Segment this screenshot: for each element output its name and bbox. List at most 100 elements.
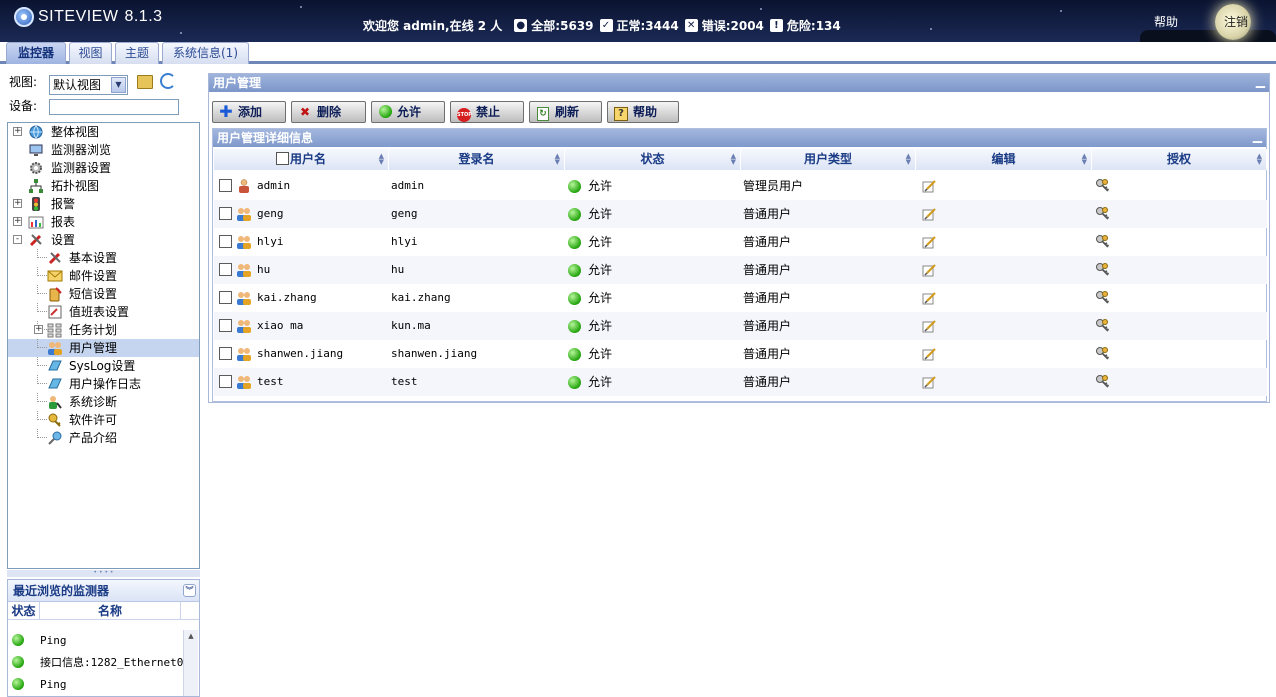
collapse-icon[interactable]: - <box>13 235 22 244</box>
sort-icon[interactable]: ▲ ▼ <box>1082 153 1087 166</box>
row-checkbox[interactable] <box>219 263 232 276</box>
tree-item[interactable]: + 任务计划 <box>8 321 199 339</box>
tab-monitors[interactable]: 监控器 <box>6 42 66 64</box>
expand-icon[interactable]: + <box>34 325 43 334</box>
chevron-down-icon[interactable]: ▼ <box>111 77 126 93</box>
status-summary: 欢迎您 admin,在线 2 人 ● 全部:5639 ✓ 正常:3444 ✕ 错… <box>363 17 841 34</box>
status-cell: 允许 <box>568 312 612 340</box>
tree-item[interactable]: 短信设置 <box>8 285 199 303</box>
edit-icon[interactable] <box>921 206 937 222</box>
authorize-icon[interactable] <box>1095 206 1111 222</box>
tree-item-label: 短信设置 <box>69 287 118 301</box>
recent-item[interactable]: Ping <box>8 630 184 652</box>
tree-item[interactable]: 用户管理 <box>8 339 199 357</box>
row-checkbox[interactable] <box>219 291 232 304</box>
tree-item[interactable]: 基本设置 <box>8 249 199 267</box>
row-checkbox[interactable] <box>219 319 232 332</box>
row-checkbox[interactable] <box>219 235 232 248</box>
authorize-icon[interactable] <box>1095 178 1111 194</box>
help-link[interactable]: 帮助 <box>1154 13 1178 30</box>
logout-link[interactable]: 注销 <box>1224 13 1248 30</box>
pane-splitter[interactable]: • • • • <box>7 570 200 577</box>
expand-icon[interactable]: + <box>13 217 22 226</box>
row-checkbox[interactable] <box>219 375 232 388</box>
authorize-icon[interactable] <box>1095 290 1111 306</box>
tree-item-label: 任务计划 <box>69 323 118 337</box>
authorize-icon[interactable] <box>1095 318 1111 334</box>
tree-item[interactable]: 产品介绍 <box>8 429 199 447</box>
expand-icon[interactable]: + <box>13 127 22 136</box>
expand-icon[interactable]: + <box>13 199 22 208</box>
tree-item[interactable]: 软件许可 <box>8 411 199 429</box>
authorize-icon[interactable] <box>1095 234 1111 250</box>
edit-icon[interactable] <box>921 262 937 278</box>
table-row[interactable]: xiao ma kun.ma 允许 普通用户 <box>214 312 1267 340</box>
user-group-icon <box>236 262 252 278</box>
table-row[interactable]: admin admin 允许 管理员用户 <box>214 172 1267 200</box>
edit-icon[interactable] <box>921 178 937 194</box>
tree-item[interactable]: 邮件设置 <box>8 267 199 285</box>
view-select[interactable]: 默认视图 ▼ <box>49 75 128 95</box>
table-row[interactable]: shanwen.jiang shanwen.jiang 允许 普通用户 <box>214 340 1267 368</box>
column-header[interactable]: 编辑 ▲ ▼ <box>916 149 1092 170</box>
sort-icon[interactable]: ▲ ▼ <box>555 153 560 166</box>
refresh-icon[interactable] <box>160 73 176 89</box>
edit-icon[interactable] <box>921 374 937 390</box>
scroll-up-icon[interactable]: ▲ <box>184 630 198 642</box>
minimize-icon[interactable]: ▁ <box>1253 129 1262 143</box>
tab-views[interactable]: 视图 <box>69 42 112 64</box>
tab-system-info[interactable]: 系统信息(1) <box>162 42 249 64</box>
sort-icon[interactable]: ▲ ▼ <box>731 153 736 166</box>
tree-item[interactable]: 用户操作日志 <box>8 375 199 393</box>
row-checkbox[interactable] <box>219 179 232 192</box>
tree-item[interactable]: 拓扑视图 <box>8 177 199 195</box>
edit-icon[interactable] <box>921 346 937 362</box>
tree-item[interactable]: 值班表设置 <box>8 303 199 321</box>
table-row[interactable]: hu hu 允许 普通用户 <box>214 256 1267 284</box>
recent-scrollbar[interactable]: ▲ <box>183 630 198 696</box>
table-row[interactable]: geng geng 允许 普通用户 <box>214 200 1267 228</box>
sort-icon[interactable]: ▲ ▼ <box>906 153 911 166</box>
authorize-icon[interactable] <box>1095 374 1111 390</box>
select-all-checkbox[interactable] <box>275 152 289 165</box>
minimize-icon[interactable]: ▁ <box>1256 74 1265 88</box>
collapse-icon[interactable]: ︾ <box>183 584 196 597</box>
tree-item[interactable]: + 报表 <box>8 213 199 231</box>
tree-item[interactable]: 系统诊断 <box>8 393 199 411</box>
tree-item[interactable]: SysLog设置 <box>8 357 199 375</box>
sort-icon[interactable]: ▲ ▼ <box>379 153 384 166</box>
log-icon <box>47 358 63 374</box>
toolbar-button-plus[interactable]: ✚ 添加 <box>212 101 286 123</box>
tab-theme[interactable]: 主题 <box>115 42 159 64</box>
authorize-icon[interactable] <box>1095 262 1111 278</box>
tree-item[interactable]: - 设置 <box>8 231 199 249</box>
column-header[interactable]: 登录名 ▲ ▼ <box>389 149 565 170</box>
column-header[interactable]: 用户名 ▲ ▼ <box>214 149 389 170</box>
tree-item[interactable]: 监测器设置 <box>8 159 199 177</box>
toolbar-button-stop[interactable]: STOP 禁止 <box>450 101 524 123</box>
table-row[interactable]: test test 允许 普通用户 <box>214 368 1267 396</box>
row-checkbox[interactable] <box>219 347 232 360</box>
column-header[interactable]: 状态 ▲ ▼ <box>565 149 741 170</box>
edit-icon[interactable] <box>921 318 937 334</box>
tree-item[interactable]: + 整体视图 <box>8 123 199 141</box>
column-header[interactable]: 用户类型 ▲ ▼ <box>741 149 916 170</box>
recent-item[interactable]: Ping <box>8 674 184 696</box>
folder-icon[interactable] <box>137 75 153 89</box>
sort-icon[interactable]: ▲ ▼ <box>1257 153 1262 166</box>
tree-item[interactable]: + 报警 <box>8 195 199 213</box>
row-checkbox[interactable] <box>219 207 232 220</box>
recent-item[interactable]: 接口信息:1282_Ethernet0/ <box>8 652 184 674</box>
authorize-icon[interactable] <box>1095 346 1111 362</box>
toolbar-button-allow[interactable]: 允许 <box>371 101 445 123</box>
tree-item[interactable]: 监测器浏览 <box>8 141 199 159</box>
edit-icon[interactable] <box>921 290 937 306</box>
table-row[interactable]: hlyi hlyi 允许 普通用户 <box>214 228 1267 256</box>
column-header[interactable]: 授权 ▲ ▼ <box>1092 149 1267 170</box>
device-input[interactable] <box>49 99 179 115</box>
edit-icon[interactable] <box>921 234 937 250</box>
table-row[interactable]: kai.zhang kai.zhang 允许 普通用户 <box>214 284 1267 312</box>
toolbar-button-refresh[interactable]: ↻ 刷新 <box>529 101 602 123</box>
toolbar-button-help[interactable]: ? 帮助 <box>607 101 679 123</box>
toolbar-button-delete[interactable]: ✖ 删除 <box>291 101 366 123</box>
